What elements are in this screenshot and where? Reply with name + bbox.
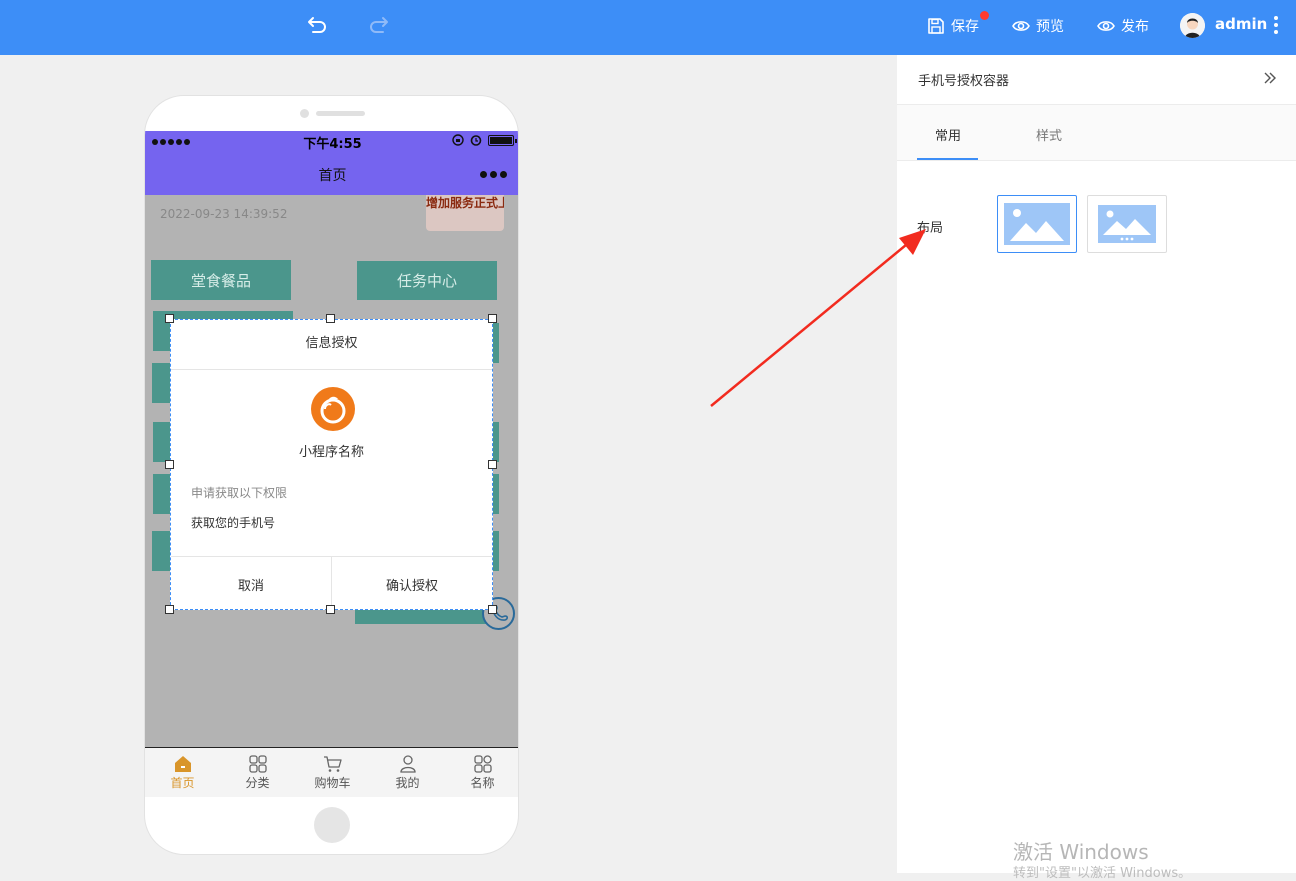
active-tab-underline	[917, 158, 978, 160]
save-icon	[928, 18, 944, 34]
cancel-button[interactable]: 取消	[171, 557, 331, 611]
eye-icon	[1097, 21, 1115, 31]
panel-title: 手机号授权容器	[918, 74, 1010, 89]
panel-tabs: 常用 样式	[897, 104, 1296, 161]
tab-label: 购物车	[314, 776, 351, 790]
resize-handle-s[interactable]	[326, 605, 335, 614]
block-dine-in[interactable]: 堂食餐品	[151, 260, 291, 300]
tab-mine[interactable]: 我的	[370, 748, 445, 797]
image-icon	[1004, 203, 1070, 245]
image-icon	[1098, 205, 1156, 243]
grid-icon	[248, 755, 267, 773]
banner-image[interactable]: 增加服务正式上	[426, 195, 504, 231]
layout-option-1[interactable]	[997, 195, 1077, 253]
user-icon	[399, 755, 416, 773]
resize-handle-ne[interactable]	[488, 314, 497, 323]
resize-handle-se[interactable]	[488, 605, 497, 614]
resize-handle-w[interactable]	[165, 460, 174, 469]
redo-icon[interactable]	[366, 12, 390, 38]
dialog-title: 信息授权	[171, 320, 492, 370]
tab-common[interactable]: 常用	[935, 125, 961, 144]
auth-dialog[interactable]: 信息授权 小程序名称 申请获取以下权限 获取您的手机号 取消 确认授权	[170, 319, 493, 611]
apps-icon	[473, 755, 492, 773]
tab-category[interactable]: 分类	[220, 748, 295, 797]
speaker-bar	[316, 111, 365, 116]
camera-dot	[300, 109, 309, 118]
block-task-center[interactable]: 任务中心	[357, 261, 497, 300]
unsaved-dot	[980, 11, 989, 20]
app-logo-icon	[311, 387, 355, 431]
top-toolbar: 保存 预览 发布 admin	[0, 0, 1296, 55]
phone-home-button[interactable]	[314, 807, 350, 843]
tab-label: 首页	[170, 776, 195, 790]
tab-home[interactable]: 首页	[145, 748, 220, 797]
resize-handle-n[interactable]	[326, 314, 335, 323]
tab-label: 分类	[245, 776, 270, 790]
permission-text: 获取您的手机号	[191, 516, 276, 530]
layout-option-2[interactable]	[1087, 195, 1167, 253]
resize-handle-sw[interactable]	[165, 605, 174, 614]
tab-style[interactable]: 样式	[1036, 125, 1062, 144]
rotation-lock-icon	[452, 134, 464, 146]
preview-label: 预览	[1036, 19, 1064, 35]
tab-name[interactable]: 名称	[445, 748, 518, 797]
status-bar: 下午4:55	[145, 131, 518, 153]
avatar[interactable]	[1180, 13, 1205, 38]
save-label: 保存	[951, 19, 979, 35]
username[interactable]: admin	[1215, 15, 1267, 33]
alarm-icon	[470, 135, 482, 146]
layout-label: 布局	[917, 221, 944, 236]
phone-tabbar: 首页 分类 购物车 我的 名称	[145, 747, 518, 797]
battery-icon	[488, 134, 517, 146]
grid-block[interactable]	[355, 610, 495, 624]
resize-handle-nw[interactable]	[165, 314, 174, 323]
save-button[interactable]: 保存	[927, 14, 979, 38]
date-text: 2022-09-23 14:39:52	[160, 207, 288, 221]
tab-label: 名称	[470, 776, 495, 790]
undo-icon[interactable]	[306, 12, 330, 38]
confirm-auth-button[interactable]: 确认授权	[331, 557, 492, 611]
cart-icon	[323, 756, 342, 772]
tab-label: 我的	[395, 776, 420, 790]
phone-navbar: 首页	[145, 153, 518, 195]
collapse-panel-icon[interactable]	[1263, 71, 1277, 85]
tab-cart[interactable]: 购物车	[295, 748, 370, 797]
publish-button[interactable]: 发布	[1097, 14, 1149, 38]
eye-icon	[1012, 21, 1030, 31]
request-text: 申请获取以下权限	[191, 486, 288, 500]
app-name: 小程序名称	[298, 445, 364, 460]
preview-button[interactable]: 预览	[1012, 14, 1064, 38]
more-vertical-icon[interactable]	[1270, 15, 1282, 35]
resize-handle-e[interactable]	[488, 460, 497, 469]
home-icon	[174, 756, 191, 772]
publish-label: 发布	[1121, 19, 1149, 35]
more-dots-icon[interactable]	[480, 171, 507, 178]
nav-title: 首页	[318, 168, 347, 184]
activation-watermark-sub: 转到"设置"以激活 Windows。	[1013, 866, 1192, 881]
settings-panel: 手机号授权容器 常用 样式 布局	[897, 55, 1296, 873]
block-label: 堂食餐品	[190, 271, 251, 290]
activation-watermark: 激活 Windows	[1013, 840, 1149, 864]
banner-text: 增加服务正式上	[426, 196, 504, 210]
block-label: 任务中心	[396, 272, 457, 290]
